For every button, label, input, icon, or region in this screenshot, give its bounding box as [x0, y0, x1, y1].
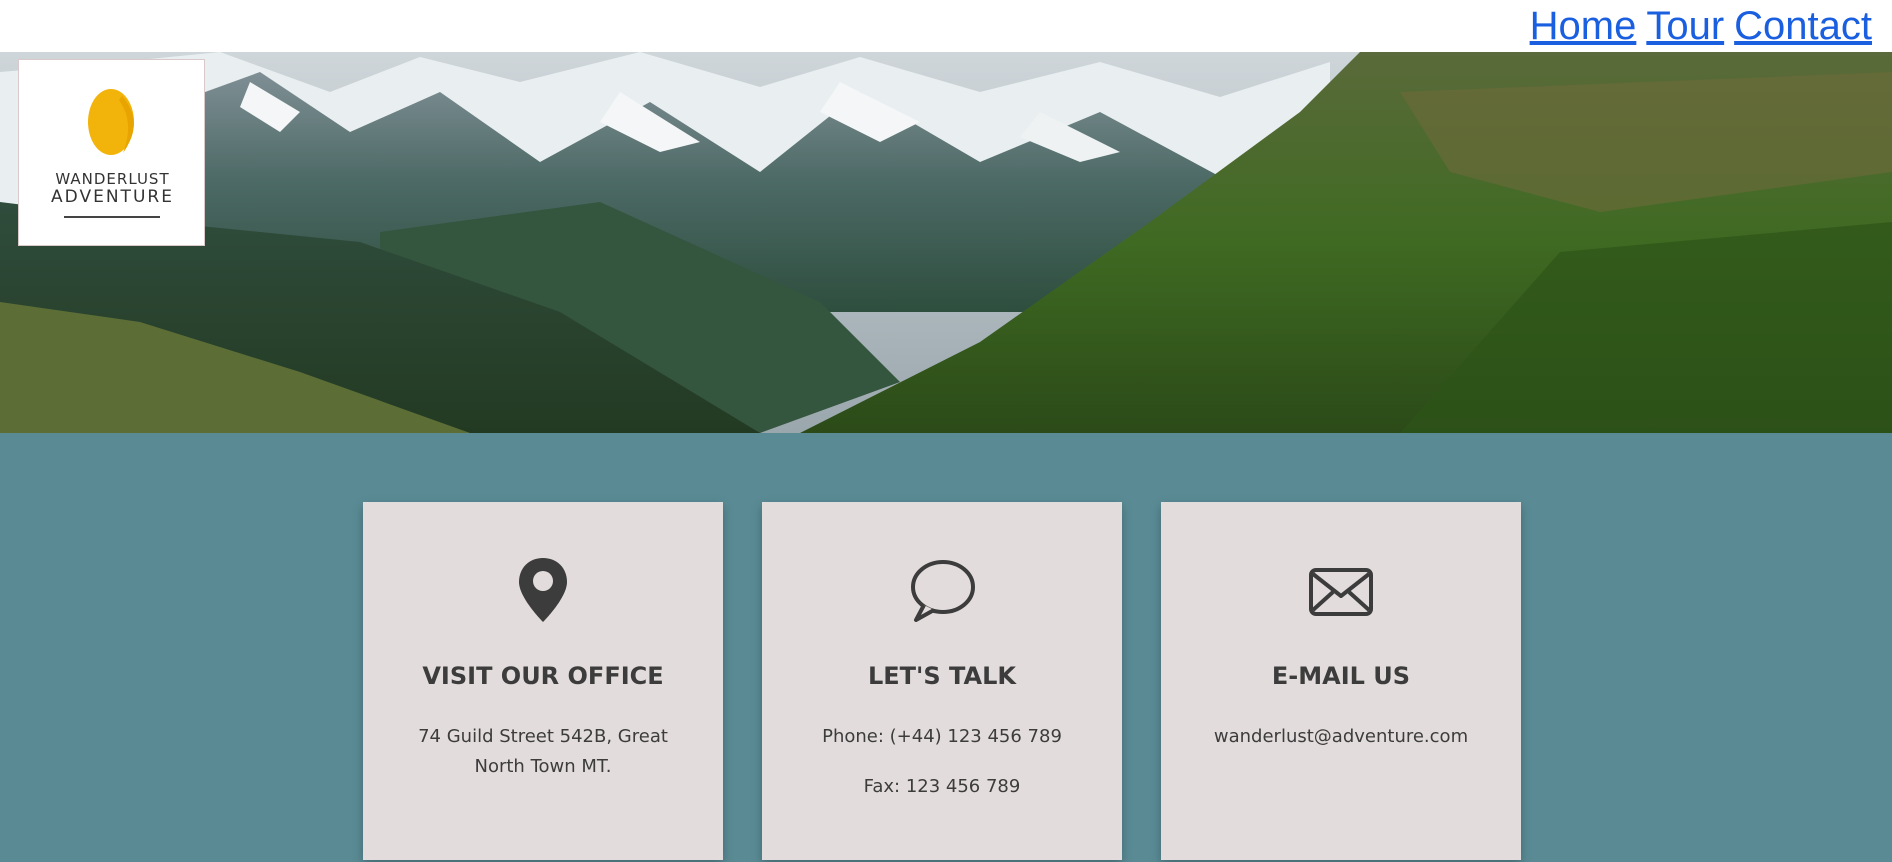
mountain-landscape-illustration	[0, 52, 1892, 433]
contact-card-talk: LET'S TALK Phone: (+44) 123 456 789 Fax:…	[762, 502, 1122, 860]
card-title-office: VISIT OUR OFFICE	[422, 662, 664, 690]
email-address[interactable]: wanderlust@adventure.com	[1201, 722, 1481, 752]
phone-number: Phone: (+44) 123 456 789	[822, 726, 1062, 747]
fax-number: Fax: 123 456 789	[863, 776, 1021, 797]
nav-link-tour[interactable]: Tour	[1646, 0, 1724, 52]
card-title-talk: LET'S TALK	[867, 662, 1017, 690]
contact-card-email: E-MAIL US wanderlust@adventure.com	[1161, 502, 1521, 860]
wanderlust-logo[interactable]: WANDERLUST ADVENTURE	[18, 59, 205, 246]
logo-line1: WANDERLUST	[55, 170, 170, 188]
speech-bubble-icon	[762, 552, 1122, 632]
nav-link-home[interactable]: Home	[1530, 0, 1637, 52]
card-title-email: E-MAIL US	[1271, 662, 1411, 690]
logo-line2: ADVENTURE	[51, 187, 174, 207]
main-nav: Home Tour Contact	[1530, 0, 1872, 52]
office-address: 74 Guild Street 542B, Great North Town M…	[418, 726, 668, 777]
sun-logo-icon	[88, 89, 134, 155]
map-pin-icon	[363, 552, 723, 632]
nav-link-contact[interactable]: Contact	[1734, 0, 1872, 52]
contact-card-office: VISIT OUR OFFICE 74 Guild Street 542B, G…	[363, 502, 723, 860]
logo-underline	[64, 216, 160, 218]
hero-image	[0, 52, 1892, 433]
top-bar: Home Tour Contact	[0, 0, 1892, 52]
envelope-icon	[1161, 552, 1521, 632]
